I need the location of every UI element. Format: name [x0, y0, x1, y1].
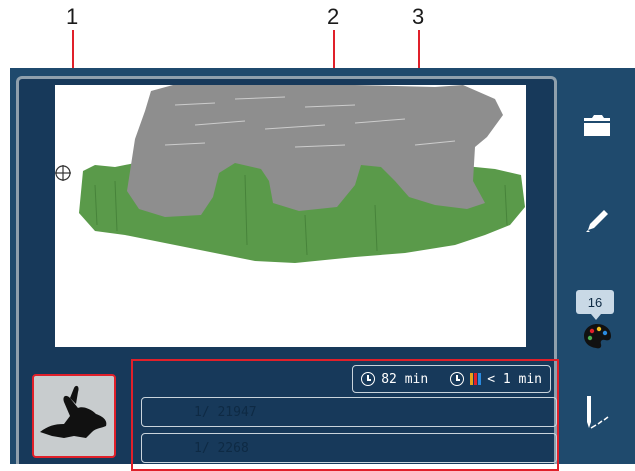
time-display: 82 min < 1 min: [352, 365, 551, 393]
callout-1: 1: [66, 4, 79, 29]
color-count-badge: 16: [576, 290, 614, 320]
callout-2: 2: [327, 4, 340, 29]
pencil-icon[interactable]: [582, 206, 612, 236]
rabbit-icon: [40, 385, 107, 438]
machine-panel: 82 min < 1 min 1/ 21947 1/ 2268 16: [10, 68, 635, 471]
color-palette-icon[interactable]: [582, 322, 612, 350]
folder-icon[interactable]: [582, 112, 612, 138]
needle-icon[interactable]: [582, 394, 612, 434]
stitch-time: 82 min: [381, 371, 429, 387]
embroidery-design: [55, 85, 525, 263]
crosshair-icon: [55, 165, 71, 181]
embroidery-preview[interactable]: [55, 85, 526, 347]
clock-icon: [361, 372, 376, 386]
color-counter[interactable]: 1/ 2268: [141, 433, 557, 463]
sewing-info-panel: 82 min < 1 min 1/ 21947 1/ 2268: [131, 359, 559, 471]
speed-button[interactable]: [32, 374, 116, 458]
stitch-counter[interactable]: 1/ 21947: [141, 397, 557, 427]
color-bars-icon: [470, 373, 482, 385]
color-change-time: < 1 min: [487, 371, 542, 387]
clock-icon: [450, 372, 465, 386]
callout-3: 3: [412, 4, 425, 29]
